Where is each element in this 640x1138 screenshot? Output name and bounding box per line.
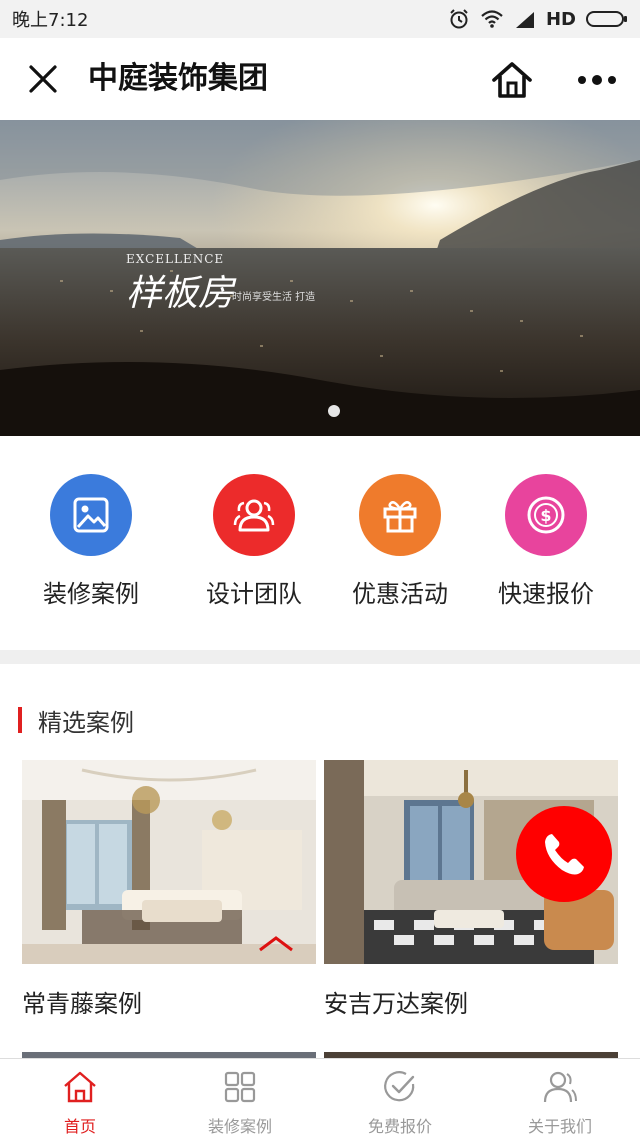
- more-button[interactable]: [574, 60, 620, 100]
- quick-nav-cases-label: 装修案例: [43, 580, 139, 608]
- banner-logo-cn: 样板房: [126, 273, 235, 314]
- grid-icon: [220, 1067, 260, 1107]
- banner-logo-sub: 时尚享受生活 打造: [232, 292, 316, 303]
- tab-home[interactable]: 首页: [0, 1059, 160, 1138]
- quick-nav-promotions-circle: [359, 474, 441, 556]
- quick-nav-team-circle: [213, 474, 295, 556]
- tab-label: 免费报价: [367, 1117, 432, 1136]
- tab-label: 装修案例: [207, 1117, 272, 1136]
- user-icon: [540, 1067, 580, 1107]
- section-accent-bar: [18, 707, 22, 733]
- case-card[interactable]: 常青藤案例: [22, 760, 316, 1019]
- phone-icon: [545, 834, 584, 875]
- quick-nav: 装修案例 设计团队 优惠活动 $ 快速报价: [0, 436, 640, 650]
- nav-bar: 中庭装饰集团: [0, 38, 640, 120]
- quick-nav-promotions-label: 优惠活动: [352, 580, 448, 608]
- battery-icon: [586, 11, 627, 27]
- banner-carousel[interactable]: EXCELLENCE 样板房 时尚享受生活 打造: [0, 120, 640, 436]
- status-time: 晚上7:12: [12, 10, 89, 31]
- quick-nav-quote[interactable]: $ 快速报价: [471, 474, 621, 609]
- gift-icon: [383, 501, 417, 533]
- status-icons: HD: [448, 8, 628, 30]
- quick-nav-quote-label: 快速报价: [498, 580, 594, 608]
- home-icon: [60, 1067, 100, 1107]
- wifi-icon: [481, 10, 503, 28]
- close-button[interactable]: [24, 60, 62, 98]
- dollar-icon: $: [527, 496, 565, 534]
- team-icon: [233, 499, 275, 532]
- alarm-icon: [450, 9, 468, 29]
- carousel-indicator[interactable]: [328, 405, 340, 417]
- quick-nav-cases-circle: [50, 474, 132, 556]
- section-header: 精选案例: [18, 706, 134, 737]
- close-icon: [29, 65, 57, 93]
- page-title: 中庭装饰集团: [88, 61, 268, 96]
- banner-image: [0, 120, 640, 436]
- quick-nav-quote-circle: $: [505, 474, 587, 556]
- call-button[interactable]: [516, 806, 612, 902]
- tab-label: 首页: [63, 1117, 96, 1136]
- case-label: 常青藤案例: [22, 990, 142, 1018]
- home-button[interactable]: [490, 58, 534, 102]
- status-bar: 晚上7:12 HD: [0, 0, 640, 38]
- tab-free-quote[interactable]: 免费报价: [320, 1059, 480, 1138]
- quick-nav-team[interactable]: 设计团队: [179, 474, 329, 609]
- quick-nav-promotions[interactable]: 优惠活动: [325, 474, 475, 609]
- more-icon: [578, 75, 616, 85]
- tab-about[interactable]: 关于我们: [480, 1059, 640, 1138]
- network-type: HD: [545, 8, 576, 30]
- quick-nav-cases[interactable]: 装修案例: [16, 474, 166, 609]
- home-icon: [492, 62, 532, 98]
- case-label: 安吉万达案例: [324, 990, 468, 1018]
- image-icon: [73, 497, 109, 533]
- case-image-art: [22, 760, 316, 964]
- signal-icon: [515, 12, 534, 28]
- section-title: 精选案例: [38, 708, 134, 737]
- tab-cases[interactable]: 装修案例: [160, 1059, 320, 1138]
- check-icon: [380, 1067, 420, 1107]
- svg-text:$: $: [540, 506, 551, 525]
- quick-nav-team-label: 设计团队: [206, 580, 302, 608]
- banner-logo: EXCELLENCE 样板房 时尚享受生活 打造: [126, 252, 315, 316]
- section-divider: [0, 650, 640, 664]
- case-image: [22, 760, 316, 964]
- bottom-tab-bar: 首页 装修案例 免费报价 关于我们: [0, 1058, 640, 1138]
- tab-label: 关于我们: [527, 1117, 592, 1136]
